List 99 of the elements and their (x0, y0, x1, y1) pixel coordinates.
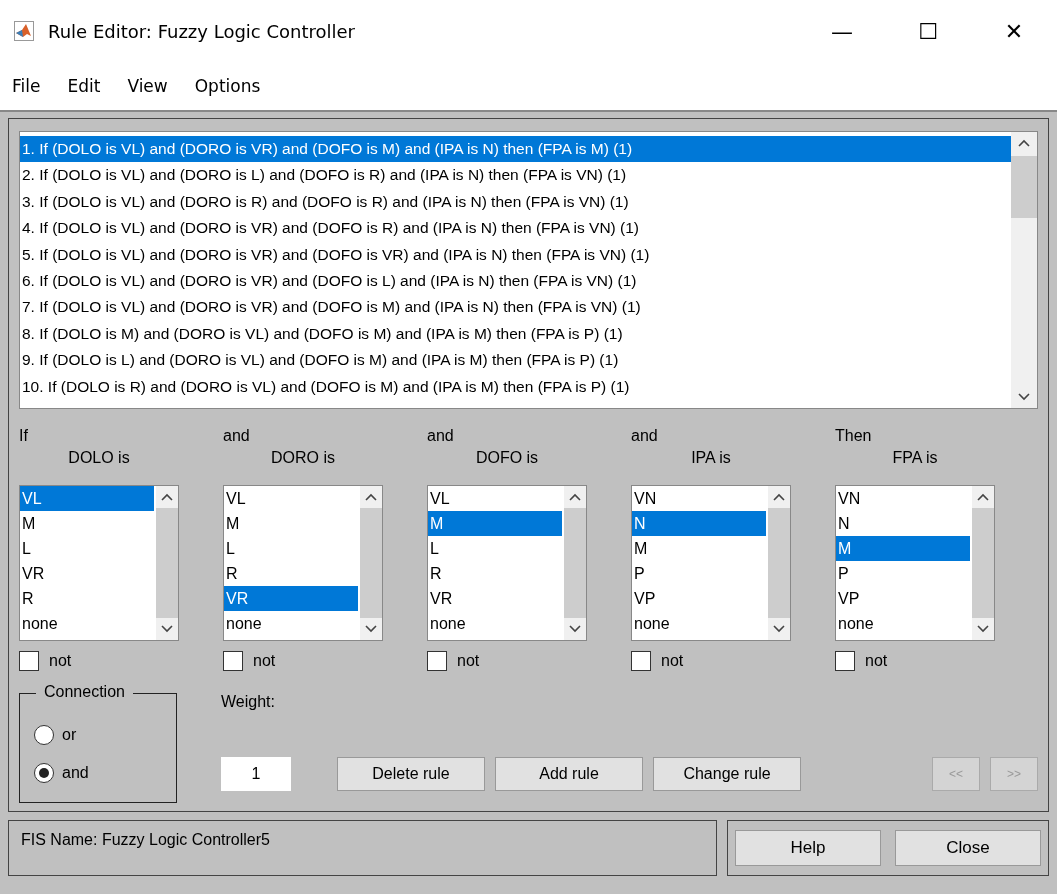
scrollbar[interactable] (972, 486, 994, 640)
checkbox-label: not (661, 652, 684, 670)
weight-field[interactable]: 1 (221, 757, 291, 791)
option-item[interactable]: VL (428, 486, 562, 511)
scroll-up-icon[interactable] (773, 493, 785, 501)
weight-label: Weight: (221, 693, 276, 711)
option-item[interactable]: VP (632, 586, 766, 611)
scroll-up-icon[interactable] (1018, 139, 1030, 147)
option-item[interactable]: VN (632, 486, 766, 511)
scroll-up-icon[interactable] (365, 493, 377, 501)
scrollbar[interactable] (156, 486, 178, 640)
option-item[interactable]: VR (224, 586, 358, 611)
rule-button[interactable]: Delete rule (337, 757, 485, 791)
option-item[interactable]: N (836, 511, 970, 536)
rule-item[interactable]: 3. If (DOLO is VL) and (DORO is R) and (DOFO is R) and (IPA is N) then (FPA is VN) (1) (20, 188, 1011, 216)
option-item[interactable]: M (428, 511, 562, 536)
variable-label: FPA is (891, 449, 939, 468)
option-item[interactable]: P (632, 561, 766, 586)
option-item[interactable]: L (224, 536, 358, 561)
option-item[interactable]: M (20, 511, 154, 536)
scroll-down-icon[interactable] (161, 625, 173, 633)
checkbox[interactable] (223, 651, 243, 671)
checkbox[interactable] (427, 651, 447, 671)
rule-button[interactable]: Change rule (653, 757, 801, 791)
option-item[interactable]: none (224, 611, 358, 636)
option-item[interactable]: VR (20, 561, 154, 586)
minimize-button[interactable]: — (799, 18, 885, 44)
connector-label: and (427, 426, 455, 446)
option-item[interactable]: L (428, 536, 562, 561)
scroll-up-icon[interactable] (569, 493, 581, 501)
rule-item[interactable]: 5. If (DOLO is VL) and (DORO is VR) and (DOFO is VR) and (IPA is N) then (FPA is VN) (1) (20, 241, 1011, 269)
option-item[interactable]: VR (428, 586, 562, 611)
checkbox-label: not (457, 652, 480, 670)
scroll-down-icon[interactable] (977, 625, 989, 633)
status-text: FIS Name: Fuzzy Logic Controller5 (21, 831, 270, 848)
checkbox-label: not (49, 652, 72, 670)
menu-item[interactable]: Edit (67, 76, 101, 96)
scroll-up-icon[interactable] (161, 493, 173, 501)
option-item[interactable]: M (224, 511, 358, 536)
maximize-button[interactable]: ☐ (885, 18, 971, 44)
option-item[interactable]: VP (836, 586, 970, 611)
option-item[interactable]: VN (836, 486, 970, 511)
rule-item[interactable]: 8. If (DOLO is M) and (DORO is VL) and (DOFO is M) and (IPA is M) then (FPA is P) (1) (20, 320, 1011, 348)
option-item[interactable]: R (224, 561, 358, 586)
option-item[interactable]: none (632, 611, 766, 636)
rule-item[interactable]: 9. If (DOLO is L) and (DORO is VL) and (DOFO is M) and (IPA is M) then (FPA is P) (1) (20, 347, 1011, 374)
checkbox-label: not (865, 652, 888, 670)
menu-item[interactable]: View (127, 76, 168, 96)
radio-label: or (62, 726, 77, 744)
scrollbar[interactable] (360, 486, 382, 640)
rule-item[interactable]: 6. If (DOLO is VL) and (DORO is VR) and (DOFO is L) and (IPA is N) then (FPA is VN) (1) (20, 268, 1011, 295)
scroll-down-icon[interactable] (569, 625, 581, 633)
connector-label: Then (835, 426, 873, 446)
variable-label: DOLO is (67, 449, 131, 468)
rule-item[interactable]: 10. If (DOLO is R) and (DORO is VL) and (DOFO is M) and (IPA is M) then (FPA is P) (1) (20, 373, 1011, 401)
checkbox[interactable] (19, 651, 39, 671)
scroll-thumb[interactable] (1011, 156, 1037, 218)
connector-label: If (19, 426, 29, 446)
radio-button[interactable] (34, 725, 54, 745)
checkbox[interactable] (631, 651, 651, 671)
variable-label: DOFO is (474, 449, 540, 468)
scrollbar[interactable] (768, 486, 790, 640)
menu-item[interactable]: Options (194, 76, 261, 96)
rule-item[interactable]: 2. If (DOLO is VL) and (DORO is L) and (DOFO is R) and (IPA is N) then (FPA is VN) (1) (20, 162, 1011, 189)
rule-button[interactable]: Add rule (495, 757, 643, 791)
option-item[interactable]: none (836, 611, 970, 636)
variable-label: DORO is (270, 449, 336, 468)
option-item[interactable]: P (836, 561, 970, 586)
option-item[interactable]: R (428, 561, 562, 586)
rule-item[interactable]: 7. If (DOLO is VL) and (DORO is VR) and (DOFO is M) and (IPA is N) then (FPA is VN) (1) (20, 294, 1011, 321)
option-item[interactable]: none (428, 611, 562, 636)
scroll-down-icon[interactable] (1018, 393, 1030, 401)
option-item[interactable]: L (20, 536, 154, 561)
window-title: Rule Editor: Fuzzy Logic Controller (48, 20, 355, 42)
scroll-down-icon[interactable] (773, 625, 785, 633)
scrollbar[interactable] (564, 486, 586, 640)
connector-label: and (223, 426, 251, 446)
close-button[interactable]: ✕ (971, 18, 1057, 44)
footer-button[interactable]: Help (735, 830, 881, 866)
option-item[interactable]: none (20, 611, 154, 636)
radio-button[interactable] (34, 763, 54, 783)
variable-label: IPA is (690, 449, 732, 468)
option-item[interactable]: M (836, 536, 970, 561)
rule-item[interactable]: 4. If (DOLO is VL) and (DORO is VR) and (DOFO is R) and (IPA is N) then (FPA is VN) (1) (20, 215, 1011, 242)
menu-item[interactable]: File (12, 76, 41, 96)
footer-button[interactable]: Close (895, 830, 1041, 866)
scrollbar[interactable] (1011, 132, 1037, 408)
option-item[interactable]: R (20, 586, 154, 611)
radio-label: and (62, 764, 89, 782)
checkbox[interactable] (835, 651, 855, 671)
rule-item[interactable]: 1. If (DOLO is VL) and (DORO is VR) and (DOFO is M) and (IPA is N) then (FPA is M) (1) (20, 136, 1011, 163)
scroll-up-icon[interactable] (977, 493, 989, 501)
option-item[interactable]: VL (224, 486, 358, 511)
option-item[interactable]: VL (20, 486, 154, 511)
scroll-down-icon[interactable] (365, 625, 377, 633)
connector-label: and (631, 426, 659, 446)
option-item[interactable]: N (632, 511, 766, 536)
checkbox-label: not (253, 652, 276, 670)
option-item[interactable]: M (632, 536, 766, 561)
